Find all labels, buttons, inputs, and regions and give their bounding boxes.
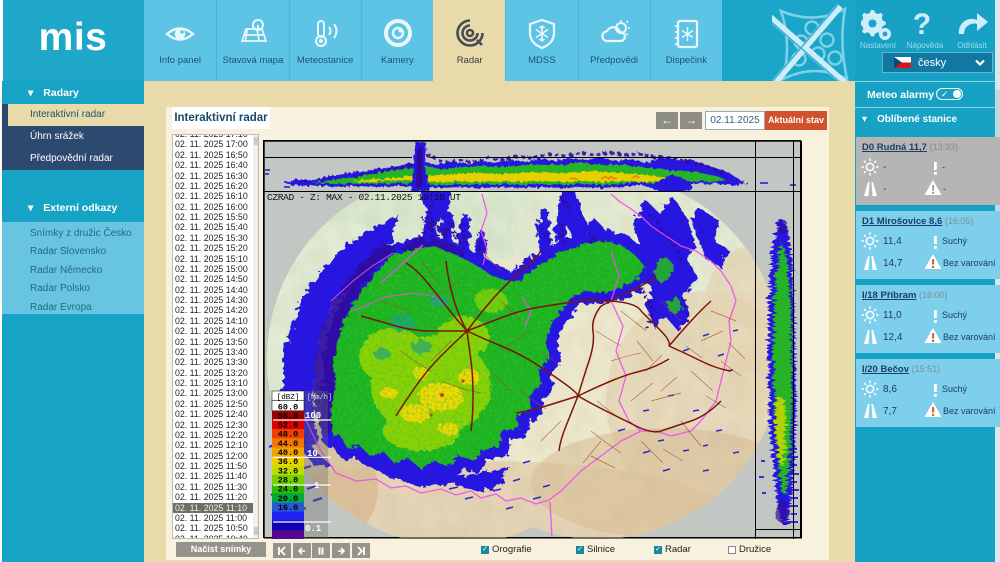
svg-text:100: 100 xyxy=(305,411,321,421)
svg-text:16.0: 16.0 xyxy=(278,503,298,513)
svg-text:10: 10 xyxy=(307,449,318,459)
svg-text:CZRAD - Z: MAX - 02.11.2025 10: CZRAD - Z: MAX - 02.11.2025 10:10 UT xyxy=(267,192,461,203)
svg-text:1: 1 xyxy=(314,481,320,491)
svg-text:[mm/h]: [mm/h] xyxy=(307,394,332,402)
svg-text:0.1: 0.1 xyxy=(305,524,322,534)
svg-text:?: ? xyxy=(913,8,931,40)
